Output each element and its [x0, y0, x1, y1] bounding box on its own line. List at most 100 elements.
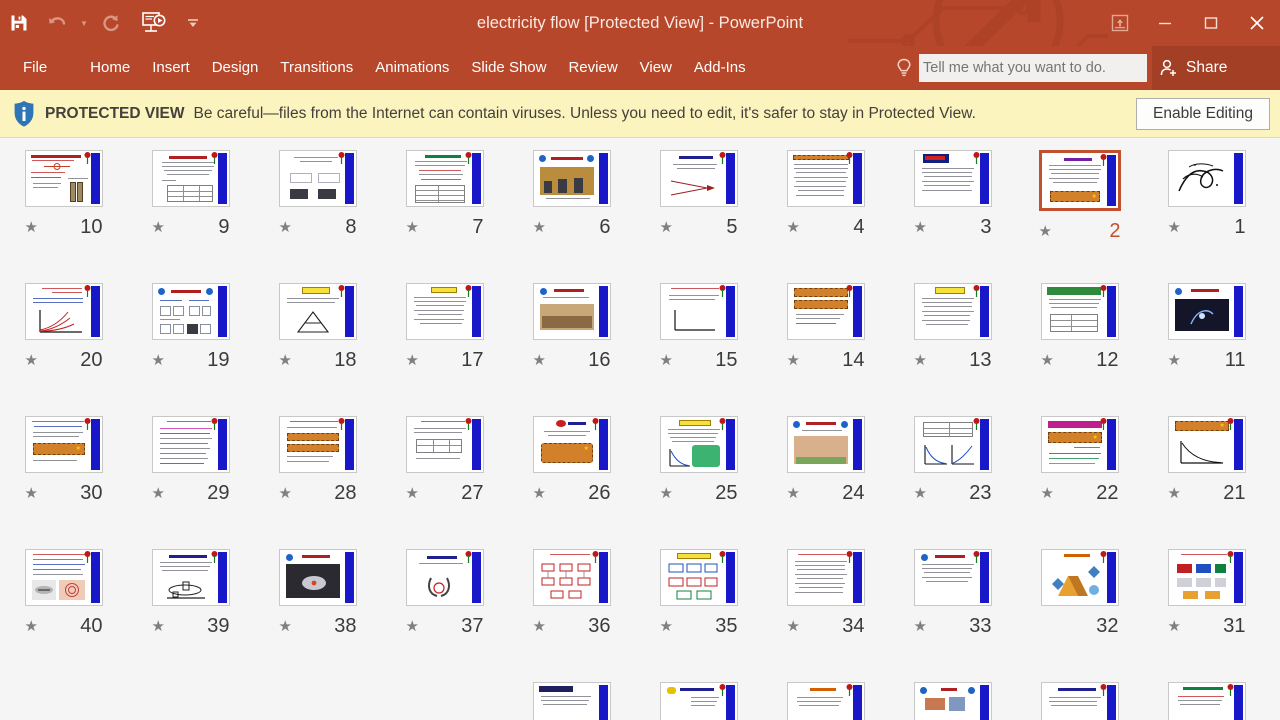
tab-home[interactable]: Home — [79, 46, 141, 90]
redo-icon — [103, 15, 119, 32]
slide-thumbnail-5[interactable]: ★ 5 — [635, 146, 762, 279]
thumbnail-meta: ★ 28 — [279, 483, 357, 503]
customize-qat-button[interactable] — [178, 0, 208, 46]
thumbnail-meta: ★ 1 — [1168, 217, 1246, 237]
undo-dropdown[interactable]: ▼ — [76, 0, 92, 46]
slide-thumbnail-38[interactable]: ★ 38 — [254, 545, 381, 678]
chevron-down-icon — [188, 19, 198, 27]
slide-number: 1 — [1234, 216, 1246, 238]
slide-thumbnail-9[interactable]: ★ 9 — [127, 146, 254, 279]
star-icon: ★ — [659, 617, 673, 635]
slide-thumbnail-3[interactable]: ★ 3 — [889, 146, 1016, 279]
slide-thumbnail-13[interactable]: ★ 13 — [889, 279, 1016, 412]
slide-thumbnail-32[interactable]: 32 — [1016, 545, 1143, 678]
tell-me-input[interactable] — [919, 54, 1147, 82]
slide-thumbnail-4[interactable]: ★ 4 — [762, 146, 889, 279]
slide-thumbnail-45[interactable]: ★ 45 — [635, 678, 762, 720]
ribbon-display-options-button[interactable] — [1098, 0, 1142, 46]
slide-thumbnail-46[interactable]: ★ 46 — [508, 678, 635, 720]
slide-thumbnail-23[interactable]: ★ 23 — [889, 412, 1016, 545]
thumbnail-meta: ★ 14 — [787, 350, 865, 370]
slide-thumbnail-11[interactable]: ★ 11 — [1143, 279, 1270, 412]
slide-thumbnail-42[interactable]: ★ 42 — [1016, 678, 1143, 720]
tab-review[interactable]: Review — [557, 46, 628, 90]
thumbnail-meta: ★ 25 — [660, 483, 738, 503]
slide-thumbnail-36[interactable]: ★ 36 — [508, 545, 635, 678]
slide-number: 29 — [207, 482, 230, 504]
slide-thumbnail-7[interactable]: ★ 7 — [381, 146, 508, 279]
share-button[interactable]: Share — [1152, 46, 1280, 90]
slide-thumbnail-12[interactable]: ★ 12 — [1016, 279, 1143, 412]
thumbnail-image: ★ — [532, 416, 611, 473]
slide-thumbnail-41[interactable]: ★ 41 — [1143, 678, 1270, 720]
thumbnail-meta: ★ 18 — [279, 350, 357, 370]
tab-design[interactable]: Design — [201, 46, 270, 90]
thumbnail-meta: ★ 39 — [152, 616, 230, 636]
tab-view[interactable]: View — [629, 46, 683, 90]
save-button[interactable] — [0, 0, 38, 46]
slide-thumbnail-28[interactable]: ★ 28 — [254, 412, 381, 545]
slide-thumbnail-14[interactable]: ★ 14 — [762, 279, 889, 412]
star-icon: ★ — [1040, 351, 1054, 369]
slide-thumbnail-17[interactable]: ★ 17 — [381, 279, 508, 412]
thumbnail-image — [659, 549, 738, 606]
slide-number: 34 — [842, 615, 865, 637]
slide-thumbnail-34[interactable]: ★ 34 — [762, 545, 889, 678]
tab-insert[interactable]: Insert — [141, 46, 201, 90]
slide-thumbnail-43[interactable]: ★ 43 — [889, 678, 1016, 720]
slide-thumbnail-25[interactable]: ★ 25 — [635, 412, 762, 545]
undo-button[interactable] — [38, 0, 76, 46]
slide-thumbnail-6[interactable]: ★ 6 — [508, 146, 635, 279]
star-icon: ★ — [659, 218, 673, 236]
restore-button[interactable] — [1188, 0, 1234, 46]
slide-thumbnail-20[interactable]: ★ 20 — [0, 279, 127, 412]
slide-thumbnail-16[interactable]: ★ 16 — [508, 279, 635, 412]
star-icon: ★ — [1038, 222, 1052, 240]
slide-thumbnail-8[interactable]: ★ 8 — [254, 146, 381, 279]
slide-number: 32 — [1096, 615, 1119, 637]
slide-thumbnail-30[interactable]: ★ ★ 30 — [0, 412, 127, 545]
star-icon: ★ — [151, 617, 165, 635]
slide-thumbnail-39[interactable]: ★ 39 — [127, 545, 254, 678]
slide-thumbnail-33[interactable]: ★ 33 — [889, 545, 1016, 678]
slide-thumbnail-19[interactable]: ★ 19 — [127, 279, 254, 412]
slide-thumbnail-26[interactable]: ★ ★ 26 — [508, 412, 635, 545]
slide-thumbnail-1[interactable]: ★ 1 — [1143, 146, 1270, 279]
thumbnail-image: ★ — [24, 416, 103, 473]
thumbnail-image — [659, 150, 738, 207]
thumbnail-image — [1167, 283, 1246, 340]
tab-transitions[interactable]: Transitions — [269, 46, 364, 90]
minimize-button[interactable] — [1142, 0, 1188, 46]
close-button[interactable] — [1234, 0, 1280, 46]
redo-button[interactable] — [92, 0, 130, 46]
slide-thumbnail-18[interactable]: ★ 18 — [254, 279, 381, 412]
slide-thumbnail-40[interactable]: ★ 40 — [0, 545, 127, 678]
thumbnail-meta: ★ 34 — [787, 616, 865, 636]
protected-view-message: Be careful—files from the Internet can c… — [193, 104, 976, 122]
tab-animations[interactable]: Animations — [364, 46, 460, 90]
tab-slide-show[interactable]: Slide Show — [460, 46, 557, 90]
slide-thumbnail-37[interactable]: ★ 37 — [381, 545, 508, 678]
slide-thumbnail-22[interactable]: ★ ★ 22 — [1016, 412, 1143, 545]
slide-thumbnail-27[interactable]: ★ 27 — [381, 412, 508, 545]
slide-thumbnail-15[interactable]: ★ 15 — [635, 279, 762, 412]
slide-number: 22 — [1096, 482, 1119, 504]
slide-thumbnail-24[interactable]: ★ 24 — [762, 412, 889, 545]
tab-add-ins[interactable]: Add-Ins — [683, 46, 757, 90]
thumbnail-image — [1167, 549, 1246, 606]
star-icon: ★ — [405, 218, 419, 236]
star-icon: ★ — [1167, 218, 1181, 236]
slide-thumbnail-21[interactable]: ★ ★ 21 — [1143, 412, 1270, 545]
thumbnail-meta: ★ 23 — [914, 483, 992, 503]
slide-thumbnail-35[interactable]: ★ 35 — [635, 545, 762, 678]
slide-thumbnail-29[interactable]: ★ 29 — [127, 412, 254, 545]
slide-thumbnail-10[interactable]: ★ 10 — [0, 146, 127, 279]
slide-thumbnail-44[interactable]: ★ 44 — [762, 678, 889, 720]
tab-file[interactable]: File — [12, 46, 58, 90]
slide-number: 8 — [345, 216, 357, 238]
slide-sorter-pane[interactable]: ★ 10 ★ 9 ★ 8 ★ 7 ★ 6 ★ 5 ★ 4 ★ 3 ★ ★ 2 ★… — [0, 138, 1280, 720]
enable-editing-button[interactable]: Enable Editing — [1136, 97, 1270, 130]
start-presentation-button[interactable] — [130, 0, 178, 46]
slide-thumbnail-31[interactable]: ★ 31 — [1143, 545, 1270, 678]
slide-thumbnail-2[interactable]: ★ ★ 2 — [1016, 146, 1143, 279]
